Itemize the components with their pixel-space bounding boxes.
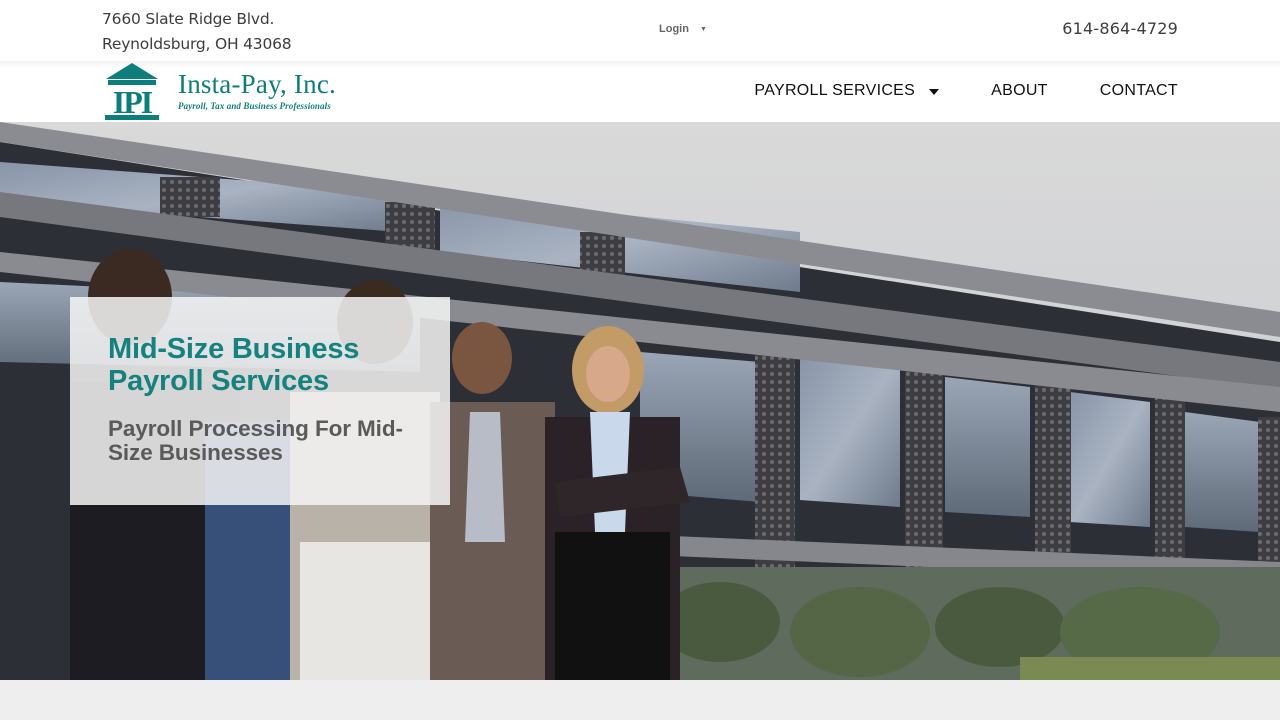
hero-subtitle: Payroll Processing For Mid-Size Business… bbox=[108, 416, 403, 465]
caret-down-icon bbox=[929, 88, 940, 95]
top-info-bar: 7660 Slate Ridge Blvd. Reynoldsburg, OH … bbox=[0, 0, 1280, 61]
hero-banner: Mid-Size Business Payroll Services Payro… bbox=[0, 122, 1280, 680]
company-name: Insta-Pay, Inc. bbox=[178, 69, 336, 99]
main-nav: PAYROLL SERVICES ABOUT CONTACT bbox=[754, 82, 1178, 100]
nav-item-label: ABOUT bbox=[991, 82, 1048, 99]
svg-text:IPI: IPI bbox=[113, 84, 153, 120]
address-line-2: Reynoldsburg, OH 43068 bbox=[102, 35, 292, 53]
nav-item-contact[interactable]: CONTACT bbox=[1100, 82, 1178, 100]
section-divider bbox=[0, 680, 1280, 720]
logo-text: Insta-Pay, Inc. Payroll, Tax and Busines… bbox=[178, 69, 336, 111]
nav-item-label: PAYROLL SERVICES bbox=[754, 82, 916, 99]
ipi-building-logo-icon: IPI bbox=[105, 63, 159, 120]
nav-item-label: CONTACT bbox=[1099, 82, 1178, 99]
company-tagline: Payroll, Tax and Business Professionals bbox=[178, 101, 331, 111]
nav-item-about[interactable]: ABOUT bbox=[991, 82, 1048, 100]
caret-down-icon: ▼ bbox=[699, 25, 707, 33]
address-line-1: 7660 Slate Ridge Blvd. bbox=[102, 10, 275, 28]
hero-title: Mid-Size Business Payroll Services bbox=[108, 333, 360, 397]
phone-link[interactable]: 614-864-4729 bbox=[1062, 19, 1178, 38]
hero-text-card: Mid-Size Business Payroll Services Payro… bbox=[70, 297, 450, 505]
login-dropdown[interactable]: Login ▼ bbox=[659, 23, 707, 35]
site-header: IPI Insta-Pay, Inc. Payroll, Tax and Bus… bbox=[0, 61, 1280, 122]
address: 7660 Slate Ridge Blvd. Reynoldsburg, OH … bbox=[102, 7, 292, 57]
logo-link[interactable]: IPI Insta-Pay, Inc. Payroll, Tax and Bus… bbox=[104, 63, 336, 121]
login-label: Login bbox=[659, 23, 689, 35]
nav-item-payroll-services[interactable]: PAYROLL SERVICES bbox=[754, 82, 940, 100]
